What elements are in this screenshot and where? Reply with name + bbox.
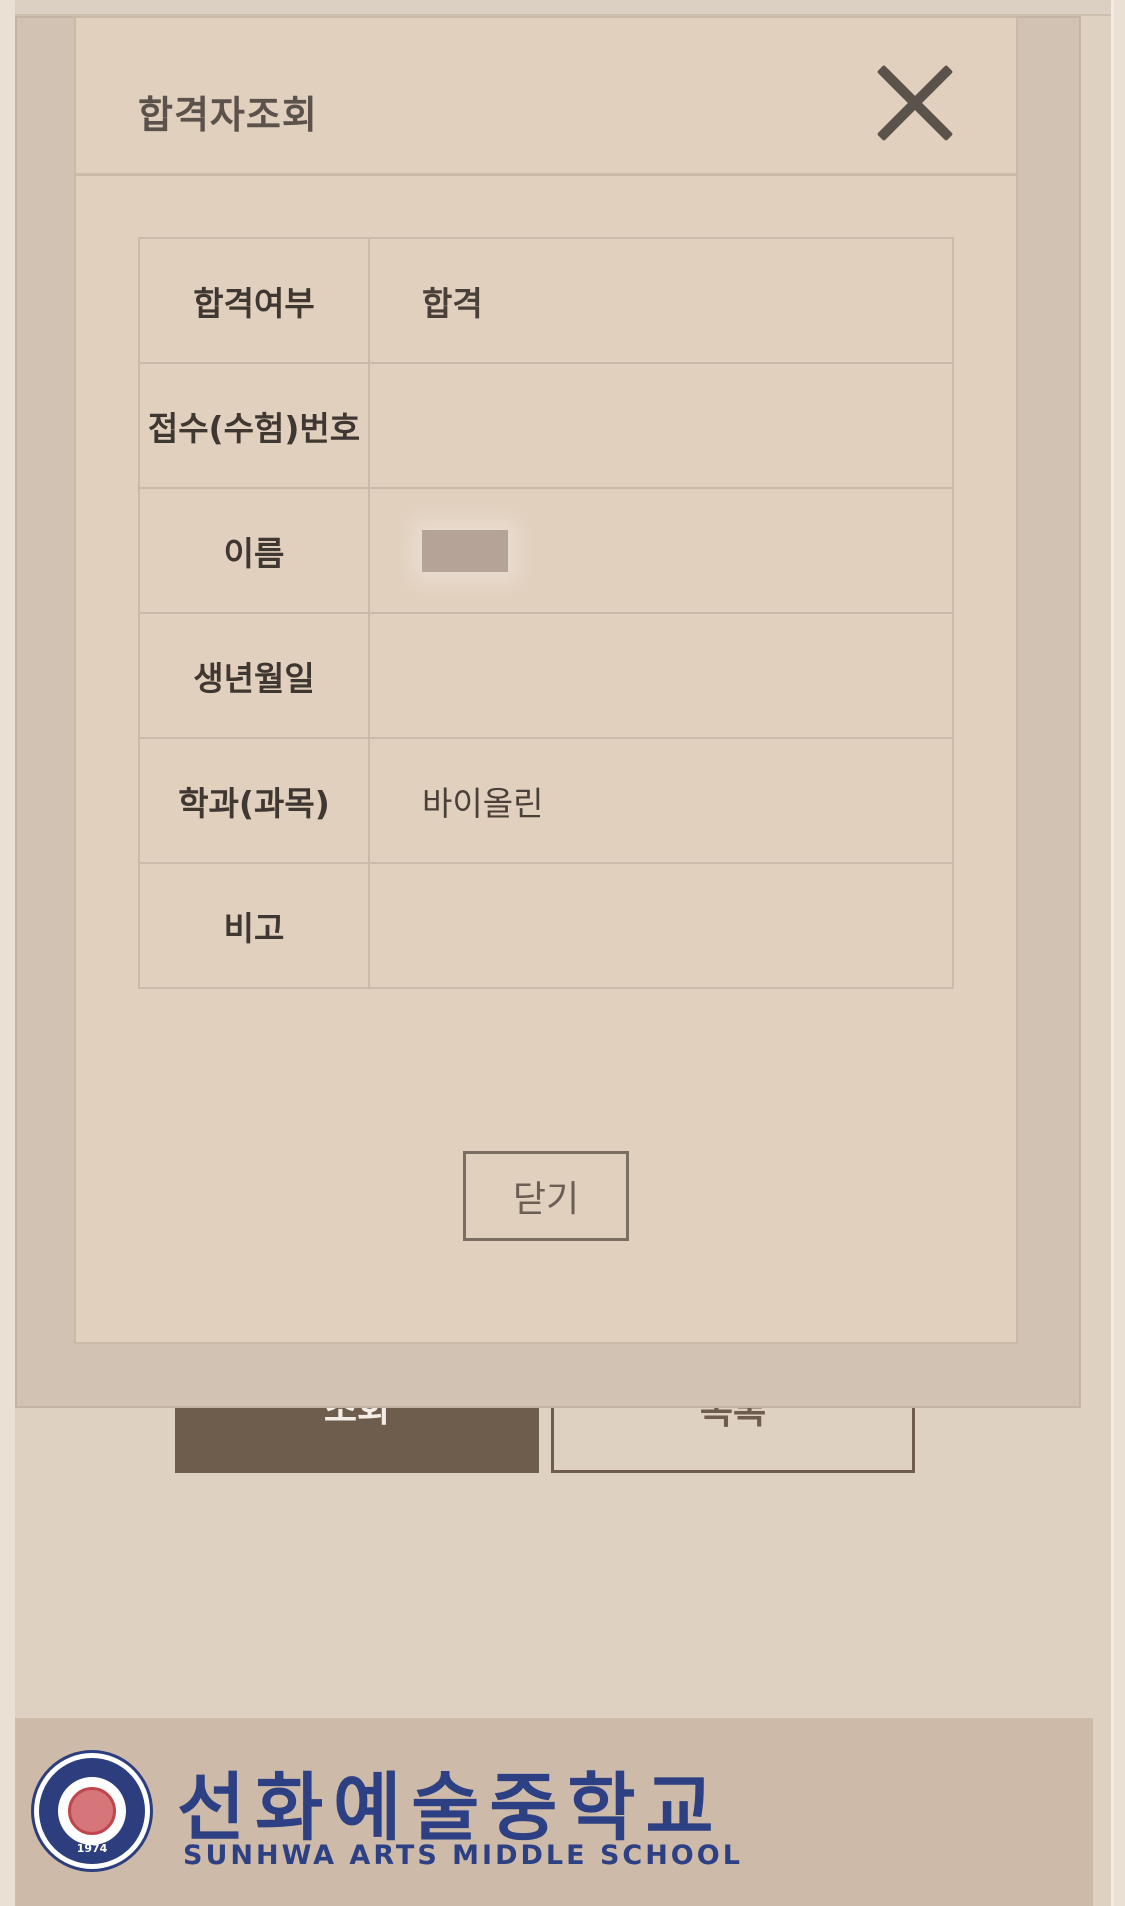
modal-title: 합격자조회 [138,93,318,137]
row-label-pass: 합격여부 [138,237,370,364]
result-modal: 합격자조회 합격여부 합격 접수(수험)번호 이름 생년월일 학과(과목) 바이… [74,16,1018,1344]
school-emblem-icon: 1974 [31,1750,153,1872]
row-label-remarks: 비고 [138,862,370,989]
row-label-exam-number: 접수(수험)번호 [138,362,370,489]
redacted-name [422,529,508,572]
school-name-korean: 선화예술중학교 [177,1765,724,1851]
school-name-english: SUNHWA ARTS MIDDLE SCHOOL [183,1840,743,1871]
close-icon[interactable] [872,60,956,144]
table-row: 합격여부 합격 [138,237,954,364]
emblem-year: 1974 [76,1842,108,1855]
left-edge [0,0,15,1906]
flower-icon [68,1787,116,1835]
pass-status-value: 합격 [368,237,954,364]
table-row: 비고 [138,862,954,989]
row-label-name: 이름 [138,487,370,614]
table-row: 접수(수험)번호 [138,362,954,489]
remarks-value [368,862,954,989]
department-value: 바이올린 [368,737,954,864]
top-bar [15,0,1111,16]
row-label-birthdate: 생년월일 [138,612,370,739]
modal-header: 합격자조회 [76,18,1016,176]
result-table: 합격여부 합격 접수(수험)번호 이름 생년월일 학과(과목) 바이올린 비고 [138,237,954,989]
exam-number-value [368,362,954,489]
row-label-department: 학과(과목) [138,737,370,864]
table-row: 이름 [138,487,954,614]
right-edge [1111,0,1125,1906]
table-row: 학과(과목) 바이올린 [138,737,954,864]
table-row: 생년월일 [138,612,954,739]
footer: 1974 선화예술중학교 SUNHWA ARTS MIDDLE SCHOOL [15,1718,1093,1906]
name-value [368,487,954,614]
birthdate-value [368,612,954,739]
close-button[interactable]: 닫기 [463,1151,629,1241]
